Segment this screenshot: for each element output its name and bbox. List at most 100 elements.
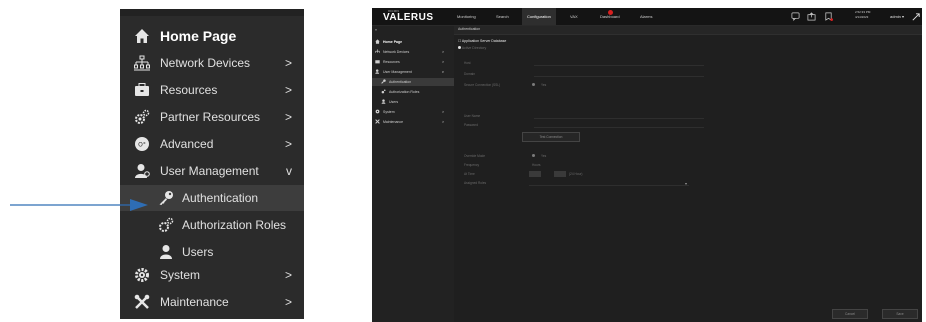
zoom-item-label: Home Page — [160, 28, 237, 44]
password-label: Password — [464, 123, 478, 127]
test-connection-button[interactable]: Test Connection — [522, 132, 580, 142]
nav-alarms[interactable]: Alarms — [640, 8, 652, 25]
expand-icon[interactable] — [912, 13, 920, 21]
home-icon — [135, 29, 149, 43]
app-sidebar: « Home Page Network Devices > Resources … — [372, 26, 455, 322]
sidebar-item-maintenance[interactable]: Maintenance > — [372, 118, 454, 126]
active-directory-radio — [458, 46, 461, 49]
user-icon — [160, 245, 172, 259]
cancel-button[interactable]: Cancel — [832, 309, 868, 319]
dropdown-caret-icon: ▾ — [685, 181, 688, 186]
nav-vax[interactable]: VAX — [570, 8, 578, 25]
sidebar-item-user-management[interactable]: User Management v — [372, 68, 454, 76]
gear-icon — [135, 268, 149, 282]
zoom-item-network-devices[interactable]: Network Devices > — [120, 50, 304, 76]
zoom-item-advanced[interactable]: O° Advanced > — [120, 131, 304, 157]
nav-monitoring[interactable]: Monitoring — [457, 8, 476, 25]
roles-icon — [381, 89, 386, 94]
sidebar-item-resources[interactable]: Resources > — [372, 58, 454, 66]
user-menu[interactable]: admin ▾ — [890, 14, 904, 19]
collapse-icon: « — [375, 28, 377, 32]
sidebar-item-label: Maintenance — [383, 120, 404, 124]
sidebar-item-users[interactable]: Users — [372, 98, 454, 106]
sidebar-item-label: Users — [389, 100, 399, 104]
zoomed-sidebar-panel: Home Page Network Devices > Resources > … — [120, 9, 304, 319]
host-input[interactable] — [534, 65, 704, 66]
tools-icon — [375, 119, 380, 124]
frequency-label: Frequency — [464, 163, 480, 167]
gear-icon — [375, 109, 380, 114]
nav-search[interactable]: Search — [496, 8, 509, 25]
page-title: Authentication — [458, 27, 481, 31]
key-icon — [381, 79, 386, 84]
sidebar-item-authorization-roles[interactable]: Authorization Roles — [372, 88, 454, 96]
active-directory-option[interactable]: Active Directory — [458, 46, 486, 50]
user-name-label: User Name — [464, 114, 481, 118]
sidebar-item-label: Network Devices — [383, 50, 410, 54]
export-icon[interactable] — [807, 12, 816, 21]
chevron-right-icon: > — [284, 268, 292, 282]
zoom-item-label: Maintenance — [160, 295, 229, 309]
assigned-roles-select[interactable] — [529, 185, 689, 186]
frequency-value: Hours — [532, 163, 541, 167]
minute-input[interactable] — [554, 171, 566, 177]
sidebar-item-authentication[interactable]: Authentication — [372, 78, 454, 86]
chevron-down-icon: v — [442, 70, 444, 74]
zoom-item-maintenance[interactable]: Maintenance > — [120, 289, 304, 315]
sidebar-item-label: Authentication — [389, 80, 412, 84]
nav-dashboard[interactable]: Dashboard — [600, 8, 620, 25]
host-label: Host — [464, 61, 471, 65]
zoom-item-label: Authentication — [182, 191, 259, 205]
network-devices-icon — [375, 49, 380, 53]
zoom-item-resources[interactable]: Resources > — [120, 77, 304, 103]
at-time-suffix: (24 Hour) — [569, 172, 583, 176]
svg-text:O°: O° — [138, 142, 146, 149]
briefcase-icon — [375, 60, 380, 64]
sidebar-item-label: System — [383, 110, 395, 114]
secure-connection-radio[interactable] — [532, 83, 535, 86]
domain-input[interactable] — [534, 76, 704, 77]
user-icon — [381, 99, 386, 104]
sidebar-item-home-page[interactable]: Home Page — [372, 38, 454, 46]
zoom-item-user-management[interactable]: User Management v — [120, 158, 304, 184]
user-name-input[interactable] — [534, 118, 704, 119]
roles-icon — [159, 217, 174, 232]
zoom-item-partner-resources[interactable]: Partner Resources > — [120, 104, 304, 130]
sidebar-item-label: Home Page — [383, 40, 403, 44]
override-mode-radio[interactable] — [532, 154, 535, 157]
sidebar-collapse[interactable]: « — [372, 26, 454, 34]
save-button[interactable]: Save — [882, 309, 918, 319]
override-mode-value: Yes — [541, 154, 547, 158]
sidebar-item-system[interactable]: System > — [372, 108, 454, 116]
chevron-down-icon: v — [286, 164, 292, 178]
chevron-right-icon: > — [284, 56, 292, 70]
chevron-right-icon: > — [442, 60, 445, 64]
clock: 2:52:33 PM 4/14/2023 — [855, 10, 870, 20]
zoom-item-label: Resources — [160, 83, 218, 97]
active-directory-label: Active Directory — [461, 46, 487, 50]
secure-connection-value: Yes — [541, 83, 547, 87]
chat-icon[interactable] — [791, 12, 800, 21]
chevron-right-icon: > — [442, 50, 445, 54]
chevron-right-icon: > — [284, 110, 292, 124]
chevron-right-icon: > — [284, 83, 292, 97]
nav-configuration[interactable]: Configuration — [522, 8, 556, 25]
authentication-content: Authentication ☐ Application Server Data… — [454, 26, 922, 322]
gears-icon — [135, 109, 150, 124]
tools-icon — [134, 294, 150, 309]
hour-input[interactable] — [529, 171, 541, 177]
notification-icon[interactable] — [824, 12, 833, 21]
app-server-db-checkbox[interactable]: ☐ Application Server Database — [458, 39, 506, 43]
zoom-item-system[interactable]: System > — [120, 262, 304, 288]
user-management-icon — [375, 69, 380, 74]
password-input[interactable] — [534, 127, 704, 128]
chevron-right-icon: > — [284, 137, 292, 151]
chevron-right-icon: > — [284, 295, 292, 309]
zoom-item-home-page[interactable]: Home Page — [120, 23, 304, 49]
sidebar-item-network-devices[interactable]: Network Devices > — [372, 48, 454, 56]
zoom-item-label: Authorization Roles — [182, 218, 287, 232]
zoom-item-label: Network Devices — [160, 56, 251, 70]
app-server-db-label: Application Server Database — [461, 39, 507, 43]
secure-connection-label: Secure Connection (SSL) — [464, 83, 501, 87]
domain-label: Domain — [464, 72, 475, 76]
